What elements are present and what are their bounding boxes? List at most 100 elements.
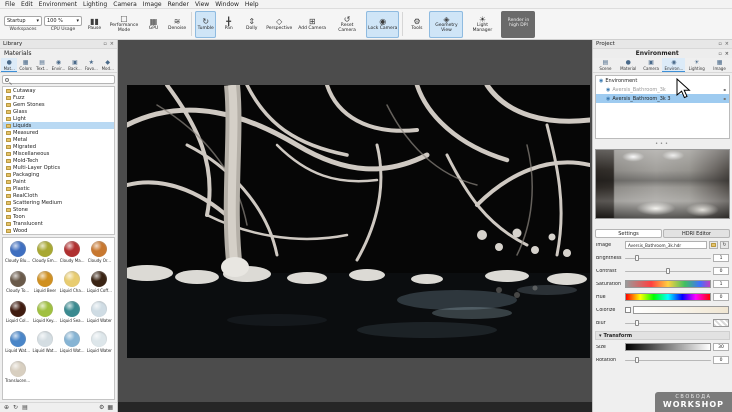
tools-button[interactable]: ⚙ Tools	[406, 11, 427, 38]
material-item[interactable]: Liquid Cha...	[59, 269, 86, 299]
performance-mode-toggle[interactable]: ☐ Performance Mode	[107, 11, 141, 38]
tree-item[interactable]: Metal	[3, 136, 114, 143]
material-item[interactable]: Cloudy Ma...	[59, 239, 86, 269]
cpu-usage-dropdown[interactable]: 100 % ▾	[44, 16, 82, 26]
library-tab-favorites[interactable]: ★ Favo...	[83, 58, 99, 72]
blur-slider[interactable]	[625, 319, 711, 327]
render-viewport[interactable]	[127, 85, 590, 358]
slider-handle[interactable]	[635, 357, 640, 363]
material-item[interactable]: Liquid Col...	[4, 299, 31, 329]
tree-item[interactable]: Translucent	[3, 220, 114, 227]
material-item[interactable]: Liquid Beer	[31, 269, 58, 299]
denoise-button[interactable]: ≋ Denoise	[166, 11, 188, 38]
refresh-icon[interactable]: ↻	[13, 404, 18, 411]
tree-item[interactable]: Light	[3, 115, 114, 122]
light-manager-button[interactable]: ☀ Light Manager	[465, 11, 499, 38]
panel-splitter-handle[interactable]: •••	[593, 141, 732, 147]
undock-icon[interactable]: ▫	[103, 41, 106, 47]
rotation-value[interactable]: 0	[713, 356, 729, 364]
material-item[interactable]: Cloudy Blu...	[4, 239, 31, 269]
tab-lighting[interactable]: ☀ Lighting	[685, 58, 708, 72]
environment-row-selected[interactable]: ◉ Aversis_Bathroom_3k 3 ▪	[596, 94, 729, 103]
tab-image[interactable]: ▦ Image	[708, 58, 731, 72]
contrast-slider[interactable]	[625, 267, 711, 275]
tab-scene[interactable]: ▤ Scene	[594, 58, 617, 72]
tree-item[interactable]: Toon	[3, 213, 114, 220]
workspaces-dropdown[interactable]: Startup ▾	[4, 16, 42, 26]
library-tab-models[interactable]: ◆ Mod...	[100, 58, 116, 72]
material-item[interactable]: Liquid Wat...	[4, 329, 31, 359]
menu-render[interactable]: Render	[165, 0, 192, 9]
hue-slider[interactable]	[625, 293, 711, 301]
reset-camera-button[interactable]: ↺ Reset Camera	[330, 11, 364, 38]
material-item[interactable]: Liquid Wat...	[59, 329, 86, 359]
material-item[interactable]: Cloudy Em...	[31, 239, 58, 269]
tab-settings[interactable]: Settings	[595, 229, 662, 238]
saturation-value[interactable]: 1	[713, 280, 729, 288]
tree-item[interactable]: Fuzz	[3, 94, 114, 101]
menu-view[interactable]: View	[192, 0, 212, 9]
tree-item[interactable]: Plastic	[3, 185, 114, 192]
tree-item[interactable]: Cutaway	[3, 87, 114, 94]
close-icon[interactable]: ×	[110, 41, 114, 47]
add-camera-button[interactable]: ⊞ Add Camera	[296, 11, 328, 38]
tree-item[interactable]: Multi-Layer Optics	[3, 164, 114, 171]
brightness-slider[interactable]	[625, 254, 711, 262]
menu-help[interactable]: Help	[242, 0, 262, 9]
tumble-button[interactable]: ↻ Tumble	[195, 10, 217, 38]
menu-camera[interactable]: Camera	[110, 0, 140, 9]
tree-item[interactable]: Miscellaneous	[3, 150, 114, 157]
material-item[interactable]: Liquid Wat...	[31, 329, 58, 359]
tree-item[interactable]: Packaging	[3, 171, 114, 178]
undock-icon[interactable]: ▫	[718, 41, 721, 47]
tree-item[interactable]: Glass	[3, 108, 114, 115]
environment-row[interactable]: ◉ Aversis_Bathroom_3k ▪	[596, 85, 729, 94]
tab-camera[interactable]: ▣ Camera	[640, 58, 663, 72]
tree-item[interactable]: Wood	[3, 227, 114, 234]
menu-file[interactable]: File	[2, 0, 18, 9]
menu-window[interactable]: Window	[212, 0, 242, 9]
slider-handle[interactable]	[666, 268, 671, 274]
add-icon[interactable]: ⊕	[4, 404, 9, 411]
tab-material[interactable]: ● Material	[617, 58, 640, 72]
browse-folder-icon[interactable]	[709, 241, 718, 249]
pan-button[interactable]: ╋ Pan	[218, 11, 239, 38]
library-tab-backplates[interactable]: ▣ Back...	[67, 58, 83, 72]
tree-item[interactable]: Migrated	[3, 143, 114, 150]
image-file-field[interactable]: Aversis_Bathroom_3k.hdr	[625, 241, 707, 249]
material-item[interactable]: Liquid Coff...	[86, 269, 113, 299]
undock-icon[interactable]: ▫	[718, 51, 721, 57]
tree-item[interactable]: Stone	[3, 206, 114, 213]
tree-item-liquids-selected[interactable]: Liquids	[3, 122, 114, 129]
material-item[interactable]: Liquid Water	[86, 329, 113, 359]
close-icon[interactable]: ×	[725, 51, 729, 57]
material-item[interactable]: Liquid Water	[86, 299, 113, 329]
gear-icon[interactable]: ⚙	[99, 404, 104, 411]
saturation-slider[interactable]	[625, 280, 711, 288]
tree-item[interactable]: Mold-Tech	[3, 157, 114, 164]
transform-section-header[interactable]: ▾ Transform	[595, 331, 730, 340]
lock-camera-button[interactable]: ◉ Lock Camera	[366, 10, 400, 38]
brightness-value[interactable]: 1	[713, 254, 729, 262]
pause-button[interactable]: ▮▮ Pause	[84, 11, 105, 38]
menu-environment[interactable]: Environment	[36, 0, 80, 9]
material-item[interactable]: Cloudy Or...	[86, 239, 113, 269]
material-item[interactable]: Liquid Sea...	[59, 299, 86, 329]
colorize-color-swatch[interactable]	[633, 306, 729, 314]
refresh-icon[interactable]: ↻	[720, 241, 729, 249]
slider-handle[interactable]	[635, 320, 640, 326]
tab-environment[interactable]: ◉ Environ...	[662, 58, 686, 72]
dolly-button[interactable]: ⇕ Dolly	[241, 11, 262, 38]
tree-item[interactable]: Gem Stones	[3, 101, 114, 108]
material-item[interactable]: Cloudy To...	[4, 269, 31, 299]
material-item[interactable]: Translucen...	[4, 359, 31, 389]
perspective-button[interactable]: ◇ Perspective	[264, 11, 294, 38]
material-item[interactable]: Liquid Key...	[31, 299, 58, 329]
search-input[interactable]	[11, 76, 112, 83]
tab-hdri-editor[interactable]: HDRI Editor	[663, 229, 730, 238]
tree-item[interactable]: Measured	[3, 129, 114, 136]
list-view-icon[interactable]: ▤	[22, 404, 28, 411]
size-value[interactable]: 30	[713, 343, 729, 351]
library-tab-environments[interactable]: ◉ Envir...	[50, 58, 66, 72]
contrast-value[interactable]: 0	[713, 267, 729, 275]
